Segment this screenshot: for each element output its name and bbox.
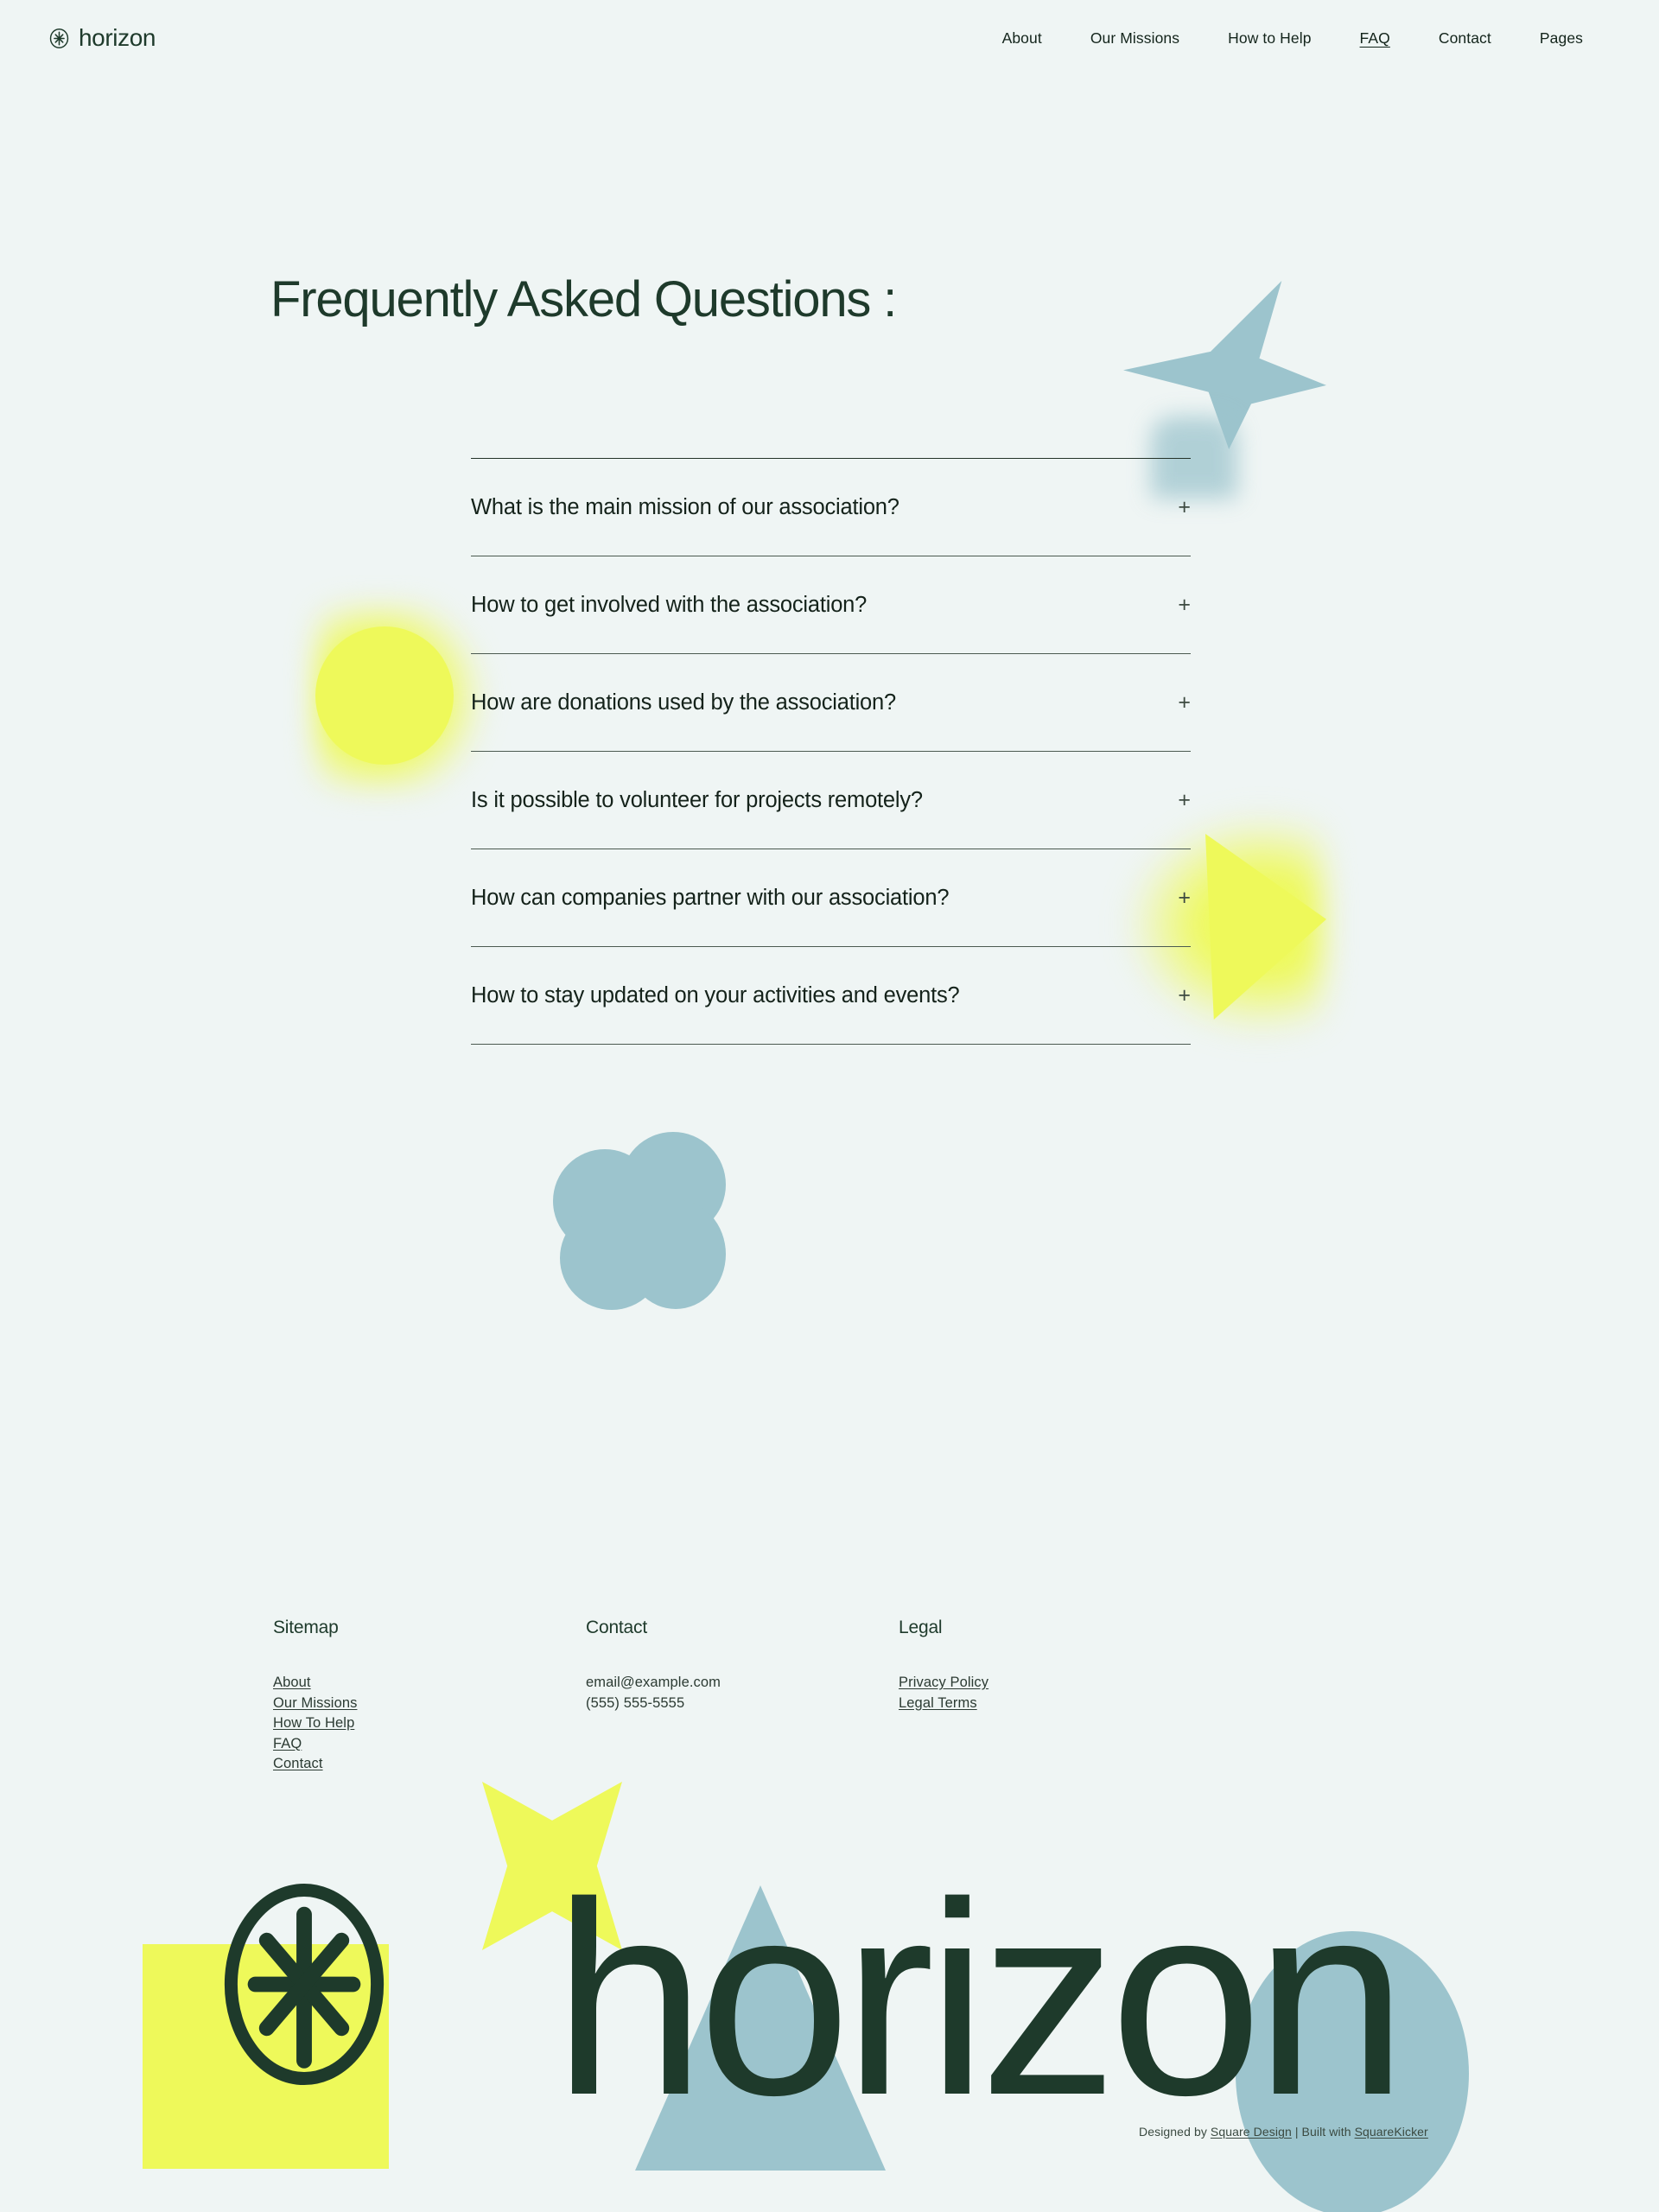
page-root: horizon About Our Missions How to Help F… [0, 0, 1659, 2212]
faq-question: Is it possible to volunteer for projects… [471, 787, 923, 812]
faq-item[interactable]: Is it possible to volunteer for projects… [471, 752, 1191, 849]
nav-item-pages[interactable]: Pages [1516, 29, 1607, 48]
blue-cloud-shape [553, 1132, 726, 1310]
footer-column-sitemap: Sitemap About Our Missions How To Help F… [273, 1618, 586, 1775]
yellow-circle-shape [315, 626, 454, 765]
credits-line: Designed by Square Design | Built with S… [1139, 2125, 1428, 2139]
nav-item-how-to-help[interactable]: How to Help [1204, 29, 1335, 48]
footer-column-contact: Contact email@example.com (555) 555-5555 [586, 1618, 899, 1775]
credits-separator: | Built with [1291, 2125, 1355, 2139]
footer-link-faq[interactable]: FAQ [273, 1734, 586, 1755]
credits-builder-link[interactable]: SquareKicker [1355, 2125, 1428, 2139]
faq-accordion: What is the main mission of our associat… [471, 458, 1191, 1045]
plus-icon[interactable]: + [1160, 887, 1191, 909]
plus-icon[interactable]: + [1160, 594, 1191, 616]
faq-item[interactable]: How to get involved with the association… [471, 556, 1191, 654]
footer-link-contact[interactable]: Contact [273, 1754, 586, 1775]
brand-name: horizon [79, 24, 156, 51]
footer-column-legal: Legal Privacy Policy Legal Terms [899, 1618, 1211, 1775]
brand-logo[interactable]: horizon [49, 24, 156, 52]
plus-icon[interactable]: + [1160, 496, 1191, 518]
footer-email: email@example.com [586, 1675, 721, 1690]
circled-asterisk-icon [49, 28, 69, 48]
footer-heading: Sitemap [273, 1618, 339, 1637]
footer-link-our-missions[interactable]: Our Missions [273, 1694, 586, 1714]
yellow-triangle-shape [1205, 834, 1326, 1020]
footer-heading: Legal [899, 1618, 943, 1637]
faq-item[interactable]: How can companies partner with our assoc… [471, 849, 1191, 947]
footer-link-how-to-help[interactable]: How To Help [273, 1713, 586, 1734]
circled-asterisk-icon [224, 1883, 385, 2086]
plus-icon[interactable]: + [1160, 789, 1191, 811]
faq-question: How can companies partner with our assoc… [471, 885, 950, 910]
footer-link-legal-terms[interactable]: Legal Terms [899, 1694, 1211, 1714]
primary-nav: About Our Missions How to Help FAQ Conta… [978, 29, 1607, 48]
footer-link-about[interactable]: About [273, 1673, 586, 1694]
footer-phone: (555) 555-5555 [586, 1694, 685, 1711]
faq-question: How to get involved with the association… [471, 592, 868, 617]
footer-heading: Contact [586, 1618, 647, 1637]
page-title: Frequently Asked Questions : [270, 271, 897, 327]
nav-item-about[interactable]: About [978, 29, 1066, 48]
nav-item-contact[interactable]: Contact [1414, 29, 1516, 48]
yellow-circle-glow [315, 605, 497, 791]
blue-star-shape [1123, 281, 1326, 449]
nav-item-faq[interactable]: FAQ [1336, 29, 1414, 48]
credits-prefix: Designed by [1139, 2125, 1211, 2139]
faq-item[interactable]: How to stay updated on your activities a… [471, 947, 1191, 1045]
nav-item-our-missions[interactable]: Our Missions [1066, 29, 1204, 48]
faq-question: What is the main mission of our associat… [471, 494, 899, 519]
faq-question: How are donations used by the associatio… [471, 690, 897, 715]
footer-columns: Sitemap About Our Missions How To Help F… [273, 1618, 1224, 1775]
faq-question: How to stay updated on your activities a… [471, 982, 960, 1007]
credits-designer-link[interactable]: Square Design [1211, 2125, 1292, 2139]
faq-item[interactable]: What is the main mission of our associat… [471, 459, 1191, 556]
plus-icon[interactable]: + [1160, 984, 1191, 1007]
site-header: horizon About Our Missions How to Help F… [0, 0, 1659, 76]
footer-link-privacy-policy[interactable]: Privacy Policy [899, 1673, 1211, 1694]
footer-wordmark: horizon [553, 1846, 1408, 2152]
plus-icon[interactable]: + [1160, 691, 1191, 714]
faq-item[interactable]: How are donations used by the associatio… [471, 654, 1191, 752]
